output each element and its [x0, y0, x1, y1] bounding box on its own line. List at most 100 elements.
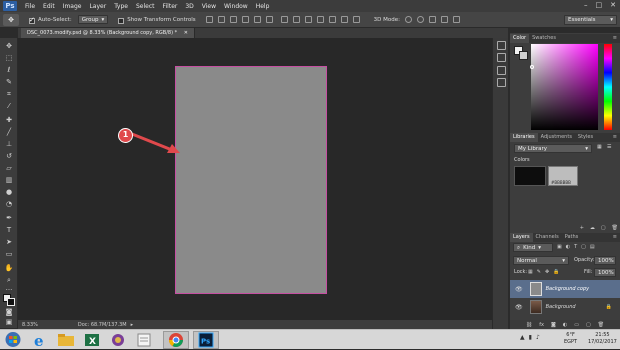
- history-brush-tool-icon[interactable]: ↺: [3, 152, 15, 161]
- tab-layers[interactable]: Layers: [510, 233, 533, 242]
- align-left-icon[interactable]: [241, 16, 249, 23]
- delete-icon[interactable]: 🗑: [612, 225, 618, 231]
- grid-view-icon[interactable]: ▦: [597, 144, 602, 150]
- type-tool-icon[interactable]: T: [3, 226, 15, 235]
- marquee-tool-icon[interactable]: ⬚: [3, 54, 15, 63]
- add-content-icon[interactable]: +: [580, 225, 584, 231]
- auto-align-icon[interactable]: [352, 16, 360, 23]
- menu-window[interactable]: Window: [224, 3, 248, 10]
- hue-slider[interactable]: [604, 44, 612, 130]
- menu-view[interactable]: View: [202, 3, 216, 10]
- delete-layer-icon[interactable]: 🗑: [598, 322, 604, 328]
- blend-mode-dropdown[interactable]: Normal ▾: [513, 256, 569, 265]
- show-transform-checkbox[interactable]: [118, 17, 125, 24]
- clock[interactable]: 21:55 17/02/2017: [588, 332, 617, 346]
- lock-position-icon[interactable]: ✥: [545, 269, 549, 275]
- distribute-middle-icon[interactable]: [292, 16, 300, 23]
- move-tool-icon[interactable]: ✥: [3, 42, 15, 51]
- align-top-icon[interactable]: [205, 16, 213, 23]
- menu-edit[interactable]: Edit: [43, 3, 55, 10]
- 3d-rotate-icon[interactable]: [404, 16, 412, 23]
- adjustment-layer-icon[interactable]: ◐: [563, 322, 567, 328]
- align-bottom-icon[interactable]: [229, 16, 237, 23]
- link-layers-icon[interactable]: ⛓: [526, 322, 532, 328]
- maximize-button[interactable]: □: [596, 1, 603, 9]
- library-color-swatch-grey[interactable]: #BBBBBB: [548, 166, 578, 186]
- start-button[interactable]: [2, 331, 24, 348]
- list-view-icon[interactable]: ☰: [607, 144, 611, 150]
- layer-row-background-copy[interactable]: 👁 Background copy: [510, 280, 620, 298]
- history-panel-icon[interactable]: [497, 41, 506, 50]
- screen-mode-icon[interactable]: ▣: [3, 318, 15, 327]
- 3d-roll-icon[interactable]: [416, 16, 424, 23]
- volume-icon[interactable]: ♪: [536, 334, 540, 341]
- lock-pixels-icon[interactable]: ✎: [537, 269, 541, 275]
- eye-icon[interactable]: 👁: [515, 304, 523, 311]
- tab-color[interactable]: Color: [510, 34, 530, 43]
- menu-3d[interactable]: 3D: [185, 3, 193, 10]
- paragraph-panel-icon[interactable]: [497, 78, 506, 87]
- app-icon[interactable]: [108, 332, 128, 348]
- workspace-dropdown[interactable]: Essentials ▾: [564, 15, 617, 25]
- zoom-tool-icon[interactable]: ⌕: [3, 276, 15, 285]
- distribute-left-icon[interactable]: [316, 16, 324, 23]
- library-color-swatch-black[interactable]: [514, 166, 546, 186]
- excel-icon[interactable]: X: [82, 332, 102, 348]
- menu-file[interactable]: File: [25, 3, 35, 10]
- align-middle-icon[interactable]: [217, 16, 225, 23]
- hand-tool-icon[interactable]: ✋: [3, 264, 15, 273]
- new-layer-icon[interactable]: ▢: [586, 322, 591, 328]
- internet-explorer-icon[interactable]: e: [30, 332, 50, 350]
- align-right-icon[interactable]: [265, 16, 273, 23]
- auto-select-option[interactable]: Auto-Select:: [29, 16, 72, 24]
- menu-layer[interactable]: Layer: [89, 3, 106, 10]
- tab-styles[interactable]: Styles: [575, 133, 596, 142]
- adjustment-filter-icon[interactable]: ◐: [566, 244, 570, 250]
- chrome-icon[interactable]: [163, 331, 189, 349]
- pen-tool-icon[interactable]: ✒: [3, 214, 15, 223]
- status-menu-arrow-icon[interactable]: ▸: [131, 322, 134, 328]
- move-tool-preset-icon[interactable]: ✥: [3, 13, 19, 26]
- file-explorer-icon[interactable]: [56, 332, 76, 348]
- smart-object-filter-icon[interactable]: ▤: [590, 244, 595, 250]
- panel-menu-icon[interactable]: ≡: [610, 34, 620, 43]
- auto-select-checkbox[interactable]: [29, 16, 35, 24]
- distribute-center-icon[interactable]: [328, 16, 336, 23]
- tab-swatches[interactable]: Swatches: [529, 34, 559, 43]
- menu-type[interactable]: Type: [114, 3, 128, 10]
- eyedropper-tool-icon[interactable]: ⁄: [3, 102, 15, 111]
- tab-libraries[interactable]: Libraries: [510, 133, 538, 142]
- layer-style-icon[interactable]: fx: [539, 322, 544, 328]
- fill-input[interactable]: 100%: [594, 268, 616, 277]
- menu-filter[interactable]: Filter: [163, 3, 178, 10]
- background-color-chip[interactable]: [519, 51, 528, 60]
- opacity-input[interactable]: 100%: [594, 256, 616, 265]
- 3d-drag-icon[interactable]: [428, 16, 436, 23]
- quick-select-tool-icon[interactable]: ✎: [3, 78, 15, 87]
- network-icon[interactable]: ▮: [529, 334, 532, 341]
- 3d-scale-icon[interactable]: [452, 16, 460, 23]
- close-tab-icon[interactable]: ✕: [184, 30, 188, 36]
- panel-menu-icon[interactable]: ≡: [610, 133, 620, 142]
- distribute-bottom-icon[interactable]: [304, 16, 312, 23]
- dodge-tool-icon[interactable]: ◔: [3, 200, 15, 209]
- menu-image[interactable]: Image: [63, 3, 82, 10]
- new-library-icon[interactable]: ▢: [601, 225, 606, 231]
- distribute-top-icon[interactable]: [280, 16, 288, 23]
- tab-channels[interactable]: Channels: [533, 233, 562, 242]
- show-transform-option[interactable]: Show Transform Controls: [118, 17, 196, 24]
- color-picker-field[interactable]: [531, 44, 598, 130]
- quick-mask-icon[interactable]: ◙: [3, 308, 15, 317]
- blur-tool-icon[interactable]: ●: [3, 188, 15, 197]
- tab-adjustments[interactable]: Adjustments: [538, 133, 575, 142]
- layer-filter-dropdown[interactable]: ⌕ Kind ▾: [513, 243, 553, 252]
- lock-all-icon[interactable]: 🔒: [553, 269, 559, 275]
- properties-panel-icon[interactable]: [497, 53, 506, 62]
- photoshop-taskbar-icon[interactable]: Ps: [193, 331, 219, 349]
- color-picker-cursor[interactable]: [530, 65, 534, 69]
- background-color-swatch[interactable]: [7, 298, 15, 306]
- layer-row-background[interactable]: 👁 Background 🔒: [510, 298, 620, 316]
- brush-tool-icon[interactable]: ╱: [3, 128, 15, 137]
- new-group-icon[interactable]: ▭: [574, 322, 579, 328]
- menu-help[interactable]: Help: [256, 3, 270, 10]
